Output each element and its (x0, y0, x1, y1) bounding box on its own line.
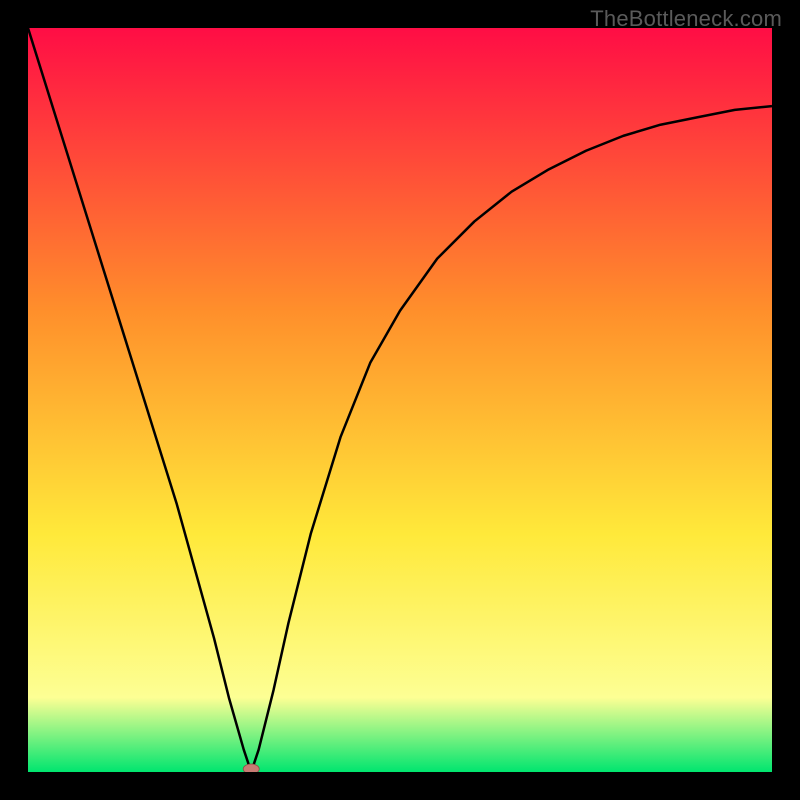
bottleneck-chart (28, 28, 772, 772)
chart-background (28, 28, 772, 772)
chart-container (28, 28, 772, 772)
minimum-marker (243, 764, 259, 772)
watermark-label: TheBottleneck.com (590, 6, 782, 32)
